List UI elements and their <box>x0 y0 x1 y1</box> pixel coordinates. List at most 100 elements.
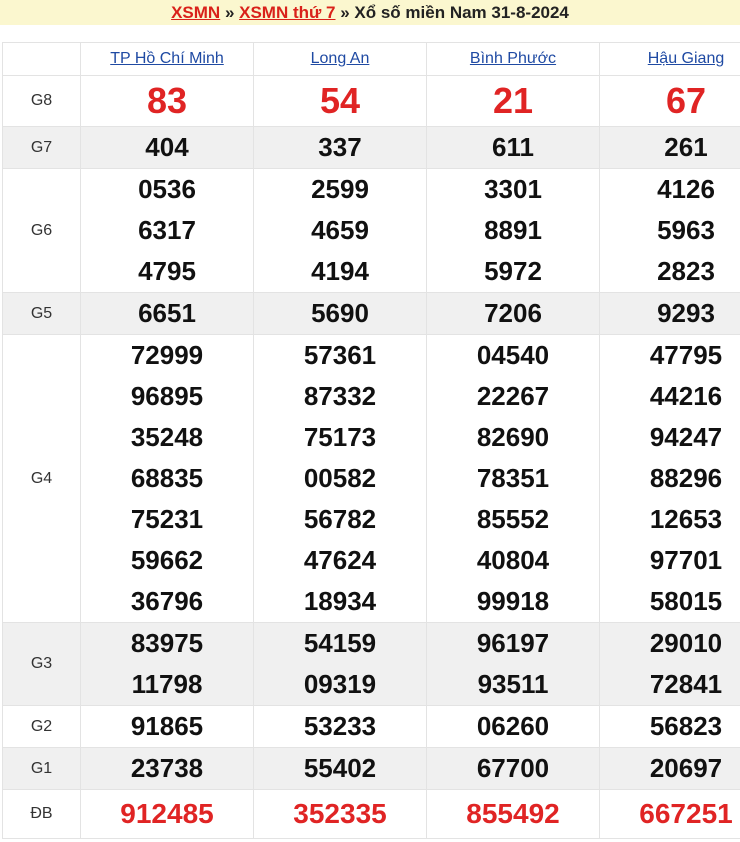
winning-number: 2599 <box>311 174 369 204</box>
winning-number: 75231 <box>130 504 204 534</box>
result-cell: 3301 8891 5972 <box>426 168 600 293</box>
prize-label: G4 <box>2 334 81 623</box>
result-cell: 667251 <box>599 789 740 839</box>
result-cell: 352335 <box>253 789 427 839</box>
result-cell: 21 <box>426 75 600 127</box>
result-cell: 29010 72841 <box>599 622 740 706</box>
breadcrumb-link-xsmn[interactable]: XSMN <box>171 3 220 22</box>
page-title: Xổ số miền Nam 31-8-2024 <box>354 3 569 22</box>
province-link[interactable]: Hậu Giang <box>648 50 725 67</box>
winning-number: 56823 <box>649 711 723 741</box>
winning-number: 912485 <box>120 798 214 829</box>
prize-row-g3: G3 83975 11798 54159 09319 96197 93511 29010 728… <box>2 622 740 706</box>
winning-number: 67 <box>665 80 707 121</box>
result-cell: 611 <box>426 126 600 169</box>
result-cell: 53233 <box>253 705 427 748</box>
winning-number: 4795 <box>138 256 196 286</box>
winning-number: 59662 <box>130 545 204 575</box>
corner-cell <box>2 42 81 76</box>
result-cell: 5690 <box>253 292 427 335</box>
winning-number: 9293 <box>657 298 715 328</box>
winning-number: 67700 <box>476 753 550 783</box>
winning-number: 7206 <box>484 298 542 328</box>
winning-number: 5972 <box>484 256 542 286</box>
winning-number: 55402 <box>303 753 377 783</box>
winning-number: 22267 <box>476 381 550 411</box>
winning-number: 12653 <box>649 504 723 534</box>
prize-label: G1 <box>2 747 81 790</box>
province-link[interactable]: Bình Phước <box>470 50 556 67</box>
prize-label: ĐB <box>2 789 81 839</box>
result-cell: 337 <box>253 126 427 169</box>
breadcrumb: XSMN » XSMN thứ 7 » Xổ số miền Nam 31-8-… <box>0 0 740 25</box>
winning-number: 855492 <box>466 798 560 829</box>
result-cell: 04540 22267 82690 78351 85552 40804 99918 <box>426 334 600 623</box>
result-cell: 91865 <box>80 705 254 748</box>
prize-row-g6: G6 0536 6317 4795 2599 4659 4194 3301 8891 5972 41… <box>2 168 740 293</box>
winning-number: 72841 <box>649 669 723 699</box>
result-cell: 67 <box>599 75 740 127</box>
winning-number: 04540 <box>476 340 550 370</box>
winning-number: 53233 <box>303 711 377 741</box>
breadcrumb-link-xsmn-thu-7[interactable]: XSMN thứ 7 <box>239 3 335 22</box>
winning-number: 8891 <box>484 215 542 245</box>
prize-row-g7: G7 404 337 611 261 <box>2 126 740 169</box>
winning-number: 4659 <box>311 215 369 245</box>
winning-number: 83 <box>146 80 188 121</box>
winning-number: 58015 <box>649 586 723 616</box>
prize-label: G6 <box>2 168 81 293</box>
winning-number: 21 <box>492 80 534 121</box>
winning-number: 404 <box>145 132 189 162</box>
winning-number: 0536 <box>138 174 196 204</box>
winning-number: 667251 <box>639 798 733 829</box>
winning-number: 96895 <box>130 381 204 411</box>
breadcrumb-separator: » <box>220 3 240 22</box>
winning-number: 18934 <box>303 586 377 616</box>
winning-number: 36796 <box>130 586 204 616</box>
winning-number: 83975 <box>130 628 204 658</box>
winning-number: 93511 <box>477 669 549 699</box>
winning-number: 5963 <box>657 215 715 245</box>
result-cell: 855492 <box>426 789 600 839</box>
winning-number: 44216 <box>649 381 723 411</box>
winning-number: 2823 <box>657 256 715 286</box>
result-cell: 72999 96895 35248 68835 75231 59662 36796 <box>80 334 254 623</box>
winning-number: 88296 <box>649 463 723 493</box>
winning-number: 23738 <box>130 753 204 783</box>
winning-number: 54159 <box>303 628 377 658</box>
winning-number: 78351 <box>476 463 550 493</box>
province-link[interactable]: Long An <box>311 50 370 67</box>
province-header: Long An <box>253 42 427 76</box>
winning-number: 06260 <box>476 711 550 741</box>
province-header: TP Hồ Chí Minh <box>80 42 254 76</box>
result-cell: 23738 <box>80 747 254 790</box>
winning-number: 611 <box>492 132 534 162</box>
result-cell: 2599 4659 4194 <box>253 168 427 293</box>
winning-number: 5690 <box>311 298 369 328</box>
winning-number: 87332 <box>303 381 377 411</box>
province-link[interactable]: TP Hồ Chí Minh <box>110 50 224 67</box>
result-cell: 54 <box>253 75 427 127</box>
result-cell: 47795 44216 94247 88296 12653 97701 58015 <box>599 334 740 623</box>
result-cell: 9293 <box>599 292 740 335</box>
winning-number: 352335 <box>293 798 387 829</box>
result-cell: 57361 87332 75173 00582 56782 47624 18934 <box>253 334 427 623</box>
prize-row-g1: G1 23738 55402 67700 20697 <box>2 747 740 790</box>
prize-row-g8: G8 83 54 21 67 <box>2 75 740 127</box>
prize-label: G3 <box>2 622 81 706</box>
table-header-row: TP Hồ Chí Minh Long An Bình Phước Hậu Gi… <box>2 42 740 76</box>
prize-row-g5: G5 6651 5690 7206 9293 <box>2 292 740 335</box>
winning-number: 6651 <box>138 298 196 328</box>
winning-number: 4194 <box>311 256 369 286</box>
winning-number: 261 <box>664 132 708 162</box>
winning-number: 47624 <box>303 545 377 575</box>
result-cell: 912485 <box>80 789 254 839</box>
winning-number: 99918 <box>476 586 550 616</box>
winning-number: 35248 <box>130 422 204 452</box>
result-cell: 83 <box>80 75 254 127</box>
lottery-results-table: TP Hồ Chí Minh Long An Bình Phước Hậu Gi… <box>2 42 740 839</box>
winning-number: 82690 <box>476 422 550 452</box>
winning-number: 68835 <box>130 463 204 493</box>
result-cell: 55402 <box>253 747 427 790</box>
result-cell: 20697 <box>599 747 740 790</box>
